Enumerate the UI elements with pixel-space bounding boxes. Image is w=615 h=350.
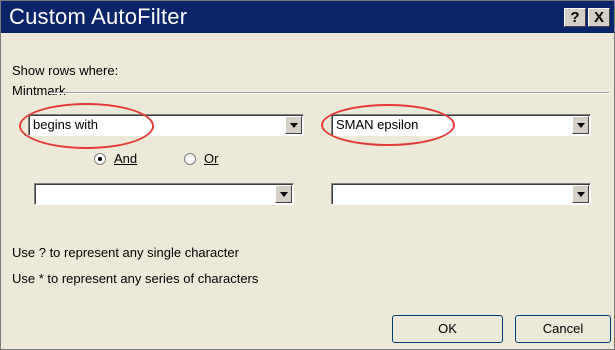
close-button[interactable]: X: [588, 8, 610, 27]
title-bar: Custom AutoFilter ? X: [1, 1, 614, 33]
chevron-down-icon[interactable]: [275, 185, 292, 203]
field-label: Mintmark: [12, 83, 69, 98]
group-divider: [49, 92, 609, 94]
dialog-title: Custom AutoFilter: [9, 4, 188, 29]
annotation-ellipse-value: [321, 104, 455, 146]
and-radio-label[interactable]: And: [114, 151, 137, 166]
hint-series-of-characters: Use * to represent any series of charact…: [12, 271, 259, 286]
show-rows-label: Show rows where:: [12, 63, 119, 78]
and-radio[interactable]: [94, 153, 106, 165]
or-label-text: Or: [204, 151, 219, 166]
chevron-down-icon[interactable]: [285, 116, 302, 134]
value-combo-2[interactable]: [331, 183, 591, 205]
and-label-text: And: [114, 151, 138, 166]
or-radio[interactable]: [184, 153, 196, 165]
chevron-down-icon[interactable]: [572, 185, 589, 203]
help-button[interactable]: ?: [564, 8, 586, 27]
annotation-ellipse-operator: [19, 103, 154, 149]
chevron-down-icon[interactable]: [572, 116, 589, 134]
or-radio-label[interactable]: Or: [204, 151, 218, 166]
cancel-button[interactable]: Cancel: [515, 315, 611, 343]
ok-button[interactable]: OK: [392, 315, 503, 343]
operator-combo-2[interactable]: [34, 183, 294, 205]
custom-autofilter-dialog: Custom AutoFilter ? X Show rows where: M…: [0, 0, 615, 350]
hint-single-character: Use ? to represent any single character: [12, 245, 239, 260]
